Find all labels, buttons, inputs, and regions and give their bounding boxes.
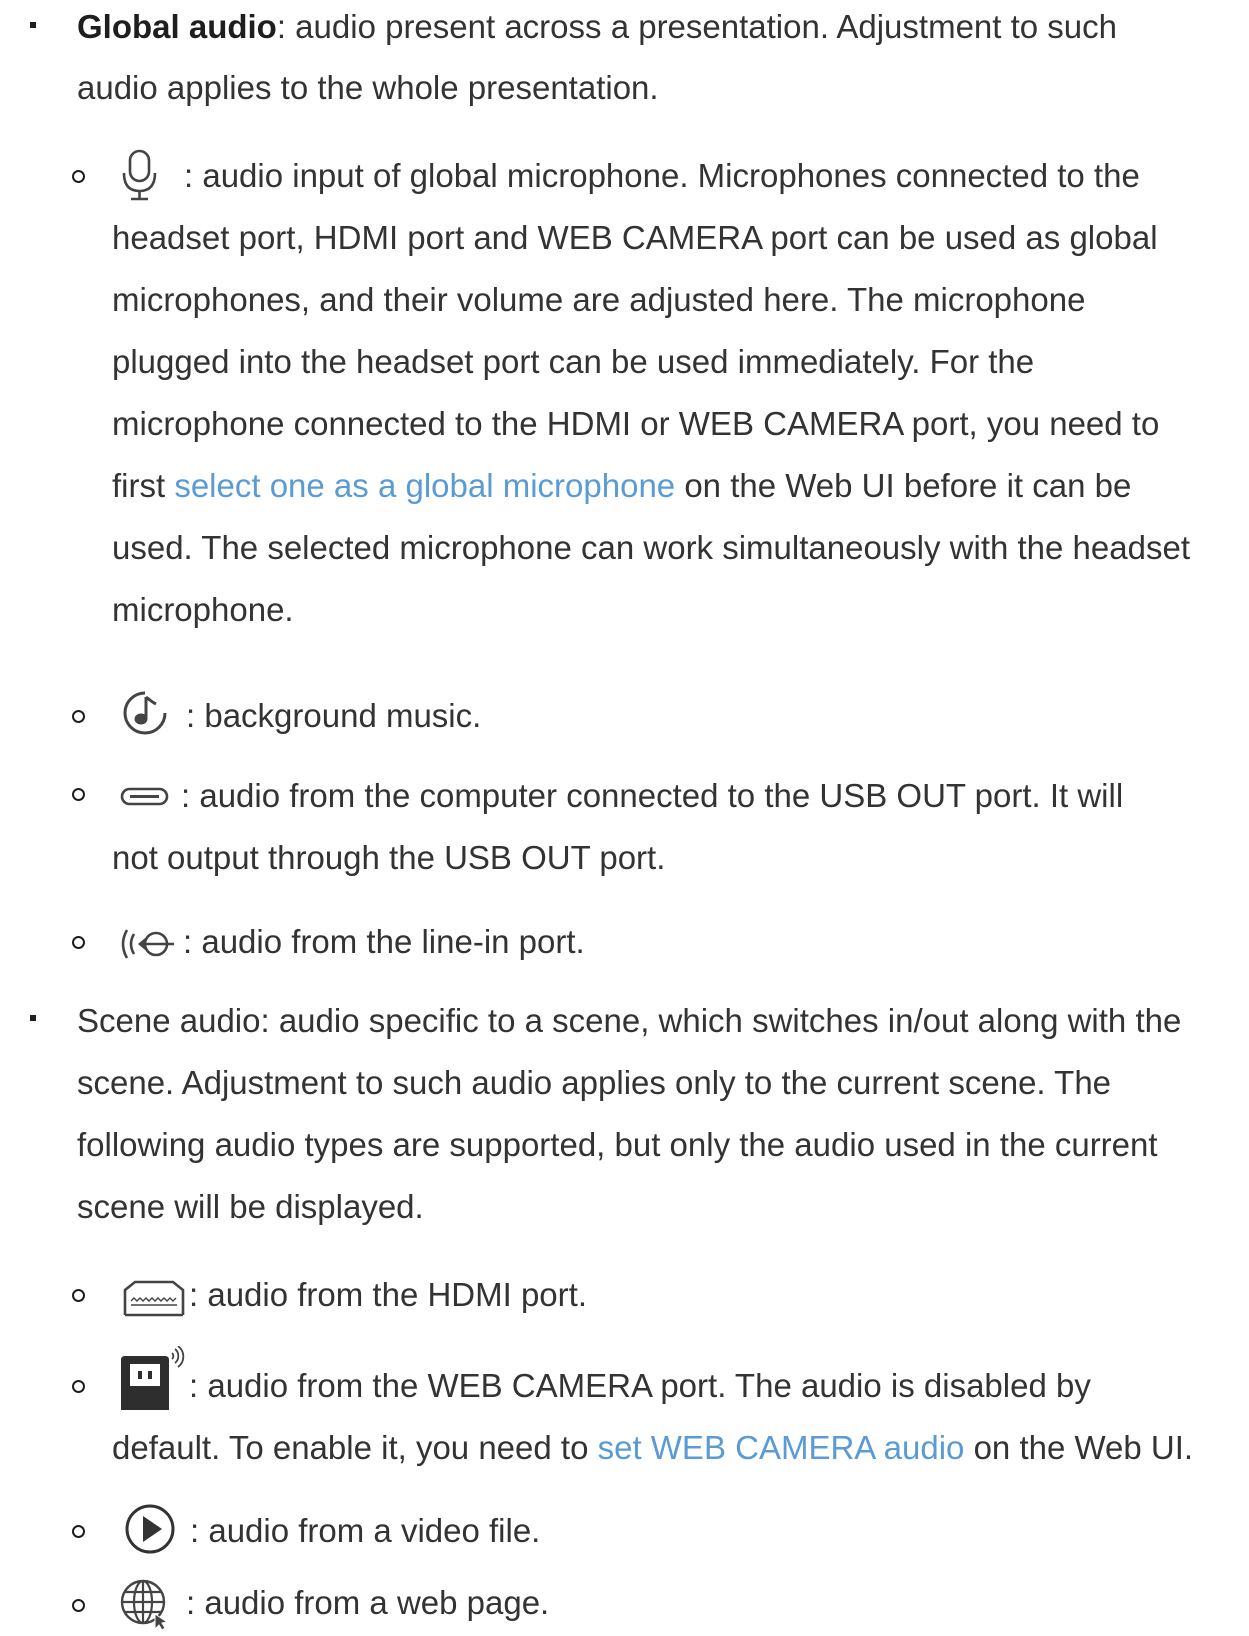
bullet-global-audio (30, 22, 36, 28)
bullet-scene-audio (30, 1015, 36, 1021)
video-file-desc: : audio from a video file. (190, 1512, 541, 1549)
web-camera-icon (119, 1346, 187, 1412)
microphone-desc-line1: : audio input of global microphone. Micr… (184, 157, 1140, 194)
microphone-desc-line4: plugged into the headset port can be use… (112, 343, 1035, 380)
global-audio-term: Global audio (77, 8, 277, 45)
global-audio-intro: Global audio: audio present across a pre… (77, 8, 1118, 45)
globe-icon (119, 1578, 175, 1630)
web-camera-desc-line2: default. To enable it, you need to set W… (112, 1429, 1194, 1466)
help-page: Global audio: audio present across a pre… (0, 0, 1249, 1636)
microphone-desc-line2: headset port, HDMI port and WEB CAMERA p… (112, 219, 1158, 256)
bullet-web-camera (72, 1380, 85, 1393)
global-audio-intro-cont: audio applies to the whole presentation. (77, 69, 659, 106)
music-note-icon (121, 689, 169, 737)
web-page-desc: : audio from a web page. (186, 1584, 550, 1621)
usb-desc-line2: not output through the USB OUT port. (112, 839, 666, 876)
microphone-desc-line3: microphones, and their volume are adjust… (112, 281, 1086, 318)
microphone-desc-line6: first select one as a global microphone … (112, 467, 1132, 504)
bullet-hdmi (72, 1289, 85, 1302)
set-web-camera-audio-link[interactable]: set WEB CAMERA audio (598, 1429, 965, 1466)
microphone-desc-line7: used. The selected microphone can work s… (112, 529, 1190, 566)
line-in-desc: : audio from the line-in port. (183, 923, 585, 960)
microphone-desc-line5: microphone connected to the HDMI or WEB … (112, 405, 1160, 442)
background-music-desc: : background music. (186, 697, 482, 734)
hdmi-port-icon (121, 1280, 187, 1318)
bullet-usb (72, 788, 85, 801)
scene-audio-line2: scene. Adjustment to such audio applies … (77, 1064, 1112, 1101)
bullet-web-page (72, 1599, 85, 1612)
bullet-line-in (72, 936, 85, 949)
usb-desc-line1: : audio from the computer connected to t… (181, 777, 1124, 814)
select-global-microphone-link[interactable]: select one as a global microphone (174, 467, 675, 504)
microphone-desc-line8: microphone. (112, 591, 294, 628)
scene-audio-line3: following audio types are supported, but… (77, 1126, 1158, 1163)
line-in-icon (118, 926, 178, 962)
scene-audio-line1: Scene audio: audio specific to a scene, … (77, 1002, 1182, 1039)
microphone-icon (120, 149, 160, 203)
hdmi-desc: : audio from the HDMI port. (189, 1276, 587, 1313)
web-camera-desc-line1: : audio from the WEB CAMERA port. The au… (189, 1367, 1091, 1404)
play-icon (123, 1502, 177, 1556)
scene-audio-line4: scene will be displayed. (77, 1188, 424, 1225)
bullet-background-music (72, 710, 85, 723)
bullet-microphone (72, 170, 85, 183)
bullet-video-file (72, 1525, 85, 1538)
usb-port-icon (120, 785, 170, 809)
